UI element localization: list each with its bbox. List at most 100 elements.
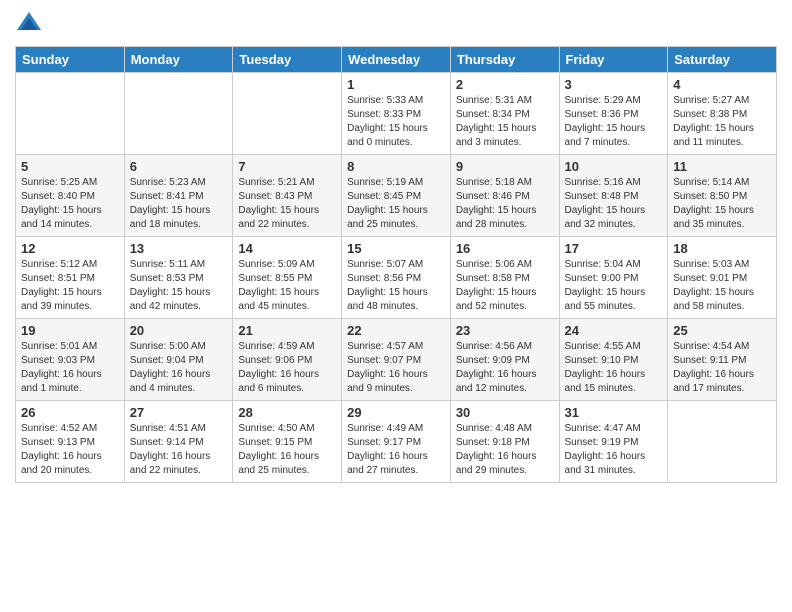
calendar-cell: 11 Sunrise: 5:14 AM Sunset: 8:50 PM Dayli… xyxy=(668,155,777,237)
day-info: Sunrise: 4:47 AM Sunset: 9:19 PM Dayligh… xyxy=(565,422,663,478)
day-info: Sunrise: 5:27 AM Sunset: 8:38 PM Dayligh… xyxy=(673,94,771,150)
day-info: Sunrise: 5:25 AM Sunset: 8:40 PM Dayligh… xyxy=(21,176,119,232)
day-info: Sunrise: 5:29 AM Sunset: 8:36 PM Dayligh… xyxy=(565,94,663,150)
day-number: 12 xyxy=(21,241,119,256)
day-info: Sunrise: 5:07 AM Sunset: 8:56 PM Dayligh… xyxy=(347,258,445,314)
calendar-cell: 9Sunrise: 5:18 AM Sunset: 8:46 PM Daylig… xyxy=(450,155,559,237)
day-number: 9 xyxy=(456,159,554,174)
day-info: Sunrise: 5:21 AM Sunset: 8:43 PM Dayligh… xyxy=(238,176,336,232)
day-info: Sunrise: 4:57 AM Sunset: 9:07 PM Dayligh… xyxy=(347,340,445,396)
calendar-cell: 22 Sunrise: 4:57 AM Sunset: 9:07 PM Dayli… xyxy=(342,319,451,401)
day-number: 20 xyxy=(130,323,228,338)
logo-icon xyxy=(15,10,43,38)
calendar-cell: 23 Sunrise: 4:56 AM Sunset: 9:09 PM Dayli… xyxy=(450,319,559,401)
day-number: 23 xyxy=(456,323,554,338)
calendar-cell: 24 Sunrise: 4:55 AM Sunset: 9:10 PM Dayli… xyxy=(559,319,668,401)
day-number: 14 xyxy=(238,241,336,256)
calendar-cell xyxy=(124,73,233,155)
day-number: 16 xyxy=(456,241,554,256)
day-number: 31 xyxy=(565,405,663,420)
calendar-cell: 8 Sunrise: 5:19 AM Sunset: 8:45 PM Daylig… xyxy=(342,155,451,237)
day-number: 18 xyxy=(673,241,771,256)
weekday-header: Sunday xyxy=(16,47,125,73)
day-number: 7 xyxy=(238,159,336,174)
day-number: 8 xyxy=(347,159,445,174)
calendar-cell: 29 Sunrise: 4:49 AM Sunset: 9:17 PM Dayli… xyxy=(342,401,451,483)
week-row: 5 Sunrise: 5:25 AM Sunset: 8:40 PM Daylig… xyxy=(16,155,777,237)
day-number: 2 xyxy=(456,77,554,92)
weekday-header: Friday xyxy=(559,47,668,73)
calendar-cell: 14 Sunrise: 5:09 AM Sunset: 8:55 PM Dayli… xyxy=(233,237,342,319)
day-info: Sunrise: 5:06 AM Sunset: 8:58 PM Dayligh… xyxy=(456,258,554,314)
calendar-cell: 20 Sunrise: 5:00 AM Sunset: 9:04 PM Dayli… xyxy=(124,319,233,401)
calendar-cell: 12 Sunrise: 5:12 AM Sunset: 8:51 PM Dayli… xyxy=(16,237,125,319)
calendar-cell: 30Sunrise: 4:48 AM Sunset: 9:18 PM Dayli… xyxy=(450,401,559,483)
day-info: Sunrise: 5:19 AM Sunset: 8:45 PM Dayligh… xyxy=(347,176,445,232)
calendar-cell: 28 Sunrise: 4:50 AM Sunset: 9:15 PM Dayli… xyxy=(233,401,342,483)
day-info: Sunrise: 4:55 AM Sunset: 9:10 PM Dayligh… xyxy=(565,340,663,396)
calendar-cell: 7 Sunrise: 5:21 AM Sunset: 8:43 PM Daylig… xyxy=(233,155,342,237)
day-number: 24 xyxy=(565,323,663,338)
day-info: Sunrise: 4:50 AM Sunset: 9:15 PM Dayligh… xyxy=(238,422,336,478)
calendar-cell: 31 Sunrise: 4:47 AM Sunset: 9:19 PM Dayli… xyxy=(559,401,668,483)
day-number: 13 xyxy=(130,241,228,256)
day-number: 10 xyxy=(565,159,663,174)
calendar-cell: 10Sunrise: 5:16 AM Sunset: 8:48 PM Dayli… xyxy=(559,155,668,237)
day-info: Sunrise: 4:51 AM Sunset: 9:14 PM Dayligh… xyxy=(130,422,228,478)
weekday-header: Wednesday xyxy=(342,47,451,73)
day-info: Sunrise: 5:11 AM Sunset: 8:53 PM Dayligh… xyxy=(130,258,228,314)
day-info: Sunrise: 5:14 AM Sunset: 8:50 PM Dayligh… xyxy=(673,176,771,232)
day-number: 5 xyxy=(21,159,119,174)
calendar-cell: 13 Sunrise: 5:11 AM Sunset: 8:53 PM Dayli… xyxy=(124,237,233,319)
day-info: Sunrise: 5:23 AM Sunset: 8:41 PM Dayligh… xyxy=(130,176,228,232)
day-info: Sunrise: 5:03 AM Sunset: 9:01 PM Dayligh… xyxy=(673,258,771,314)
day-number: 28 xyxy=(238,405,336,420)
calendar-cell: 25Sunrise: 4:54 AM Sunset: 9:11 PM Dayli… xyxy=(668,319,777,401)
calendar-cell: 15 Sunrise: 5:07 AM Sunset: 8:56 PM Dayli… xyxy=(342,237,451,319)
day-number: 6 xyxy=(130,159,228,174)
day-number: 4 xyxy=(673,77,771,92)
day-number: 11 xyxy=(673,159,771,174)
day-info: Sunrise: 4:56 AM Sunset: 9:09 PM Dayligh… xyxy=(456,340,554,396)
day-info: Sunrise: 5:01 AM Sunset: 9:03 PM Dayligh… xyxy=(21,340,119,396)
day-info: Sunrise: 5:09 AM Sunset: 8:55 PM Dayligh… xyxy=(238,258,336,314)
calendar-cell xyxy=(16,73,125,155)
day-info: Sunrise: 5:31 AM Sunset: 8:34 PM Dayligh… xyxy=(456,94,554,150)
day-number: 29 xyxy=(347,405,445,420)
day-number: 1 xyxy=(347,77,445,92)
calendar-cell: 4 Sunrise: 5:27 AM Sunset: 8:38 PM Daylig… xyxy=(668,73,777,155)
day-number: 25 xyxy=(673,323,771,338)
calendar-cell: 26 Sunrise: 4:52 AM Sunset: 9:13 PM Dayli… xyxy=(16,401,125,483)
calendar-cell: 16 Sunrise: 5:06 AM Sunset: 8:58 PM Dayli… xyxy=(450,237,559,319)
week-row: 19Sunrise: 5:01 AM Sunset: 9:03 PM Dayli… xyxy=(16,319,777,401)
day-info: Sunrise: 5:12 AM Sunset: 8:51 PM Dayligh… xyxy=(21,258,119,314)
calendar-cell: 21Sunrise: 4:59 AM Sunset: 9:06 PM Dayli… xyxy=(233,319,342,401)
day-number: 22 xyxy=(347,323,445,338)
weekday-header: Tuesday xyxy=(233,47,342,73)
calendar: SundayMondayTuesdayWednesdayThursdayFrid… xyxy=(15,46,777,483)
weekday-header: Monday xyxy=(124,47,233,73)
weekday-header-row: SundayMondayTuesdayWednesdayThursdayFrid… xyxy=(16,47,777,73)
day-number: 15 xyxy=(347,241,445,256)
day-number: 17 xyxy=(565,241,663,256)
calendar-cell: 6 Sunrise: 5:23 AM Sunset: 8:41 PM Daylig… xyxy=(124,155,233,237)
day-info: Sunrise: 4:49 AM Sunset: 9:17 PM Dayligh… xyxy=(347,422,445,478)
header xyxy=(15,10,777,38)
day-info: Sunrise: 5:00 AM Sunset: 9:04 PM Dayligh… xyxy=(130,340,228,396)
calendar-cell: 3 Sunrise: 5:29 AM Sunset: 8:36 PM Daylig… xyxy=(559,73,668,155)
calendar-cell: 17Sunrise: 5:04 AM Sunset: 9:00 PM Dayli… xyxy=(559,237,668,319)
calendar-cell: 5 Sunrise: 5:25 AM Sunset: 8:40 PM Daylig… xyxy=(16,155,125,237)
page: SundayMondayTuesdayWednesdayThursdayFrid… xyxy=(0,0,792,493)
calendar-cell xyxy=(668,401,777,483)
week-row: 26 Sunrise: 4:52 AM Sunset: 9:13 PM Dayli… xyxy=(16,401,777,483)
calendar-cell: 18 Sunrise: 5:03 AM Sunset: 9:01 PM Dayli… xyxy=(668,237,777,319)
calendar-cell xyxy=(233,73,342,155)
day-info: Sunrise: 4:52 AM Sunset: 9:13 PM Dayligh… xyxy=(21,422,119,478)
day-number: 3 xyxy=(565,77,663,92)
calendar-cell: 1 Sunrise: 5:33 AM Sunset: 8:33 PM Daylig… xyxy=(342,73,451,155)
day-info: Sunrise: 5:33 AM Sunset: 8:33 PM Dayligh… xyxy=(347,94,445,150)
weekday-header: Thursday xyxy=(450,47,559,73)
day-info: Sunrise: 4:48 AM Sunset: 9:18 PM Dayligh… xyxy=(456,422,554,478)
day-number: 26 xyxy=(21,405,119,420)
calendar-cell: 2 Sunrise: 5:31 AM Sunset: 8:34 PM Daylig… xyxy=(450,73,559,155)
